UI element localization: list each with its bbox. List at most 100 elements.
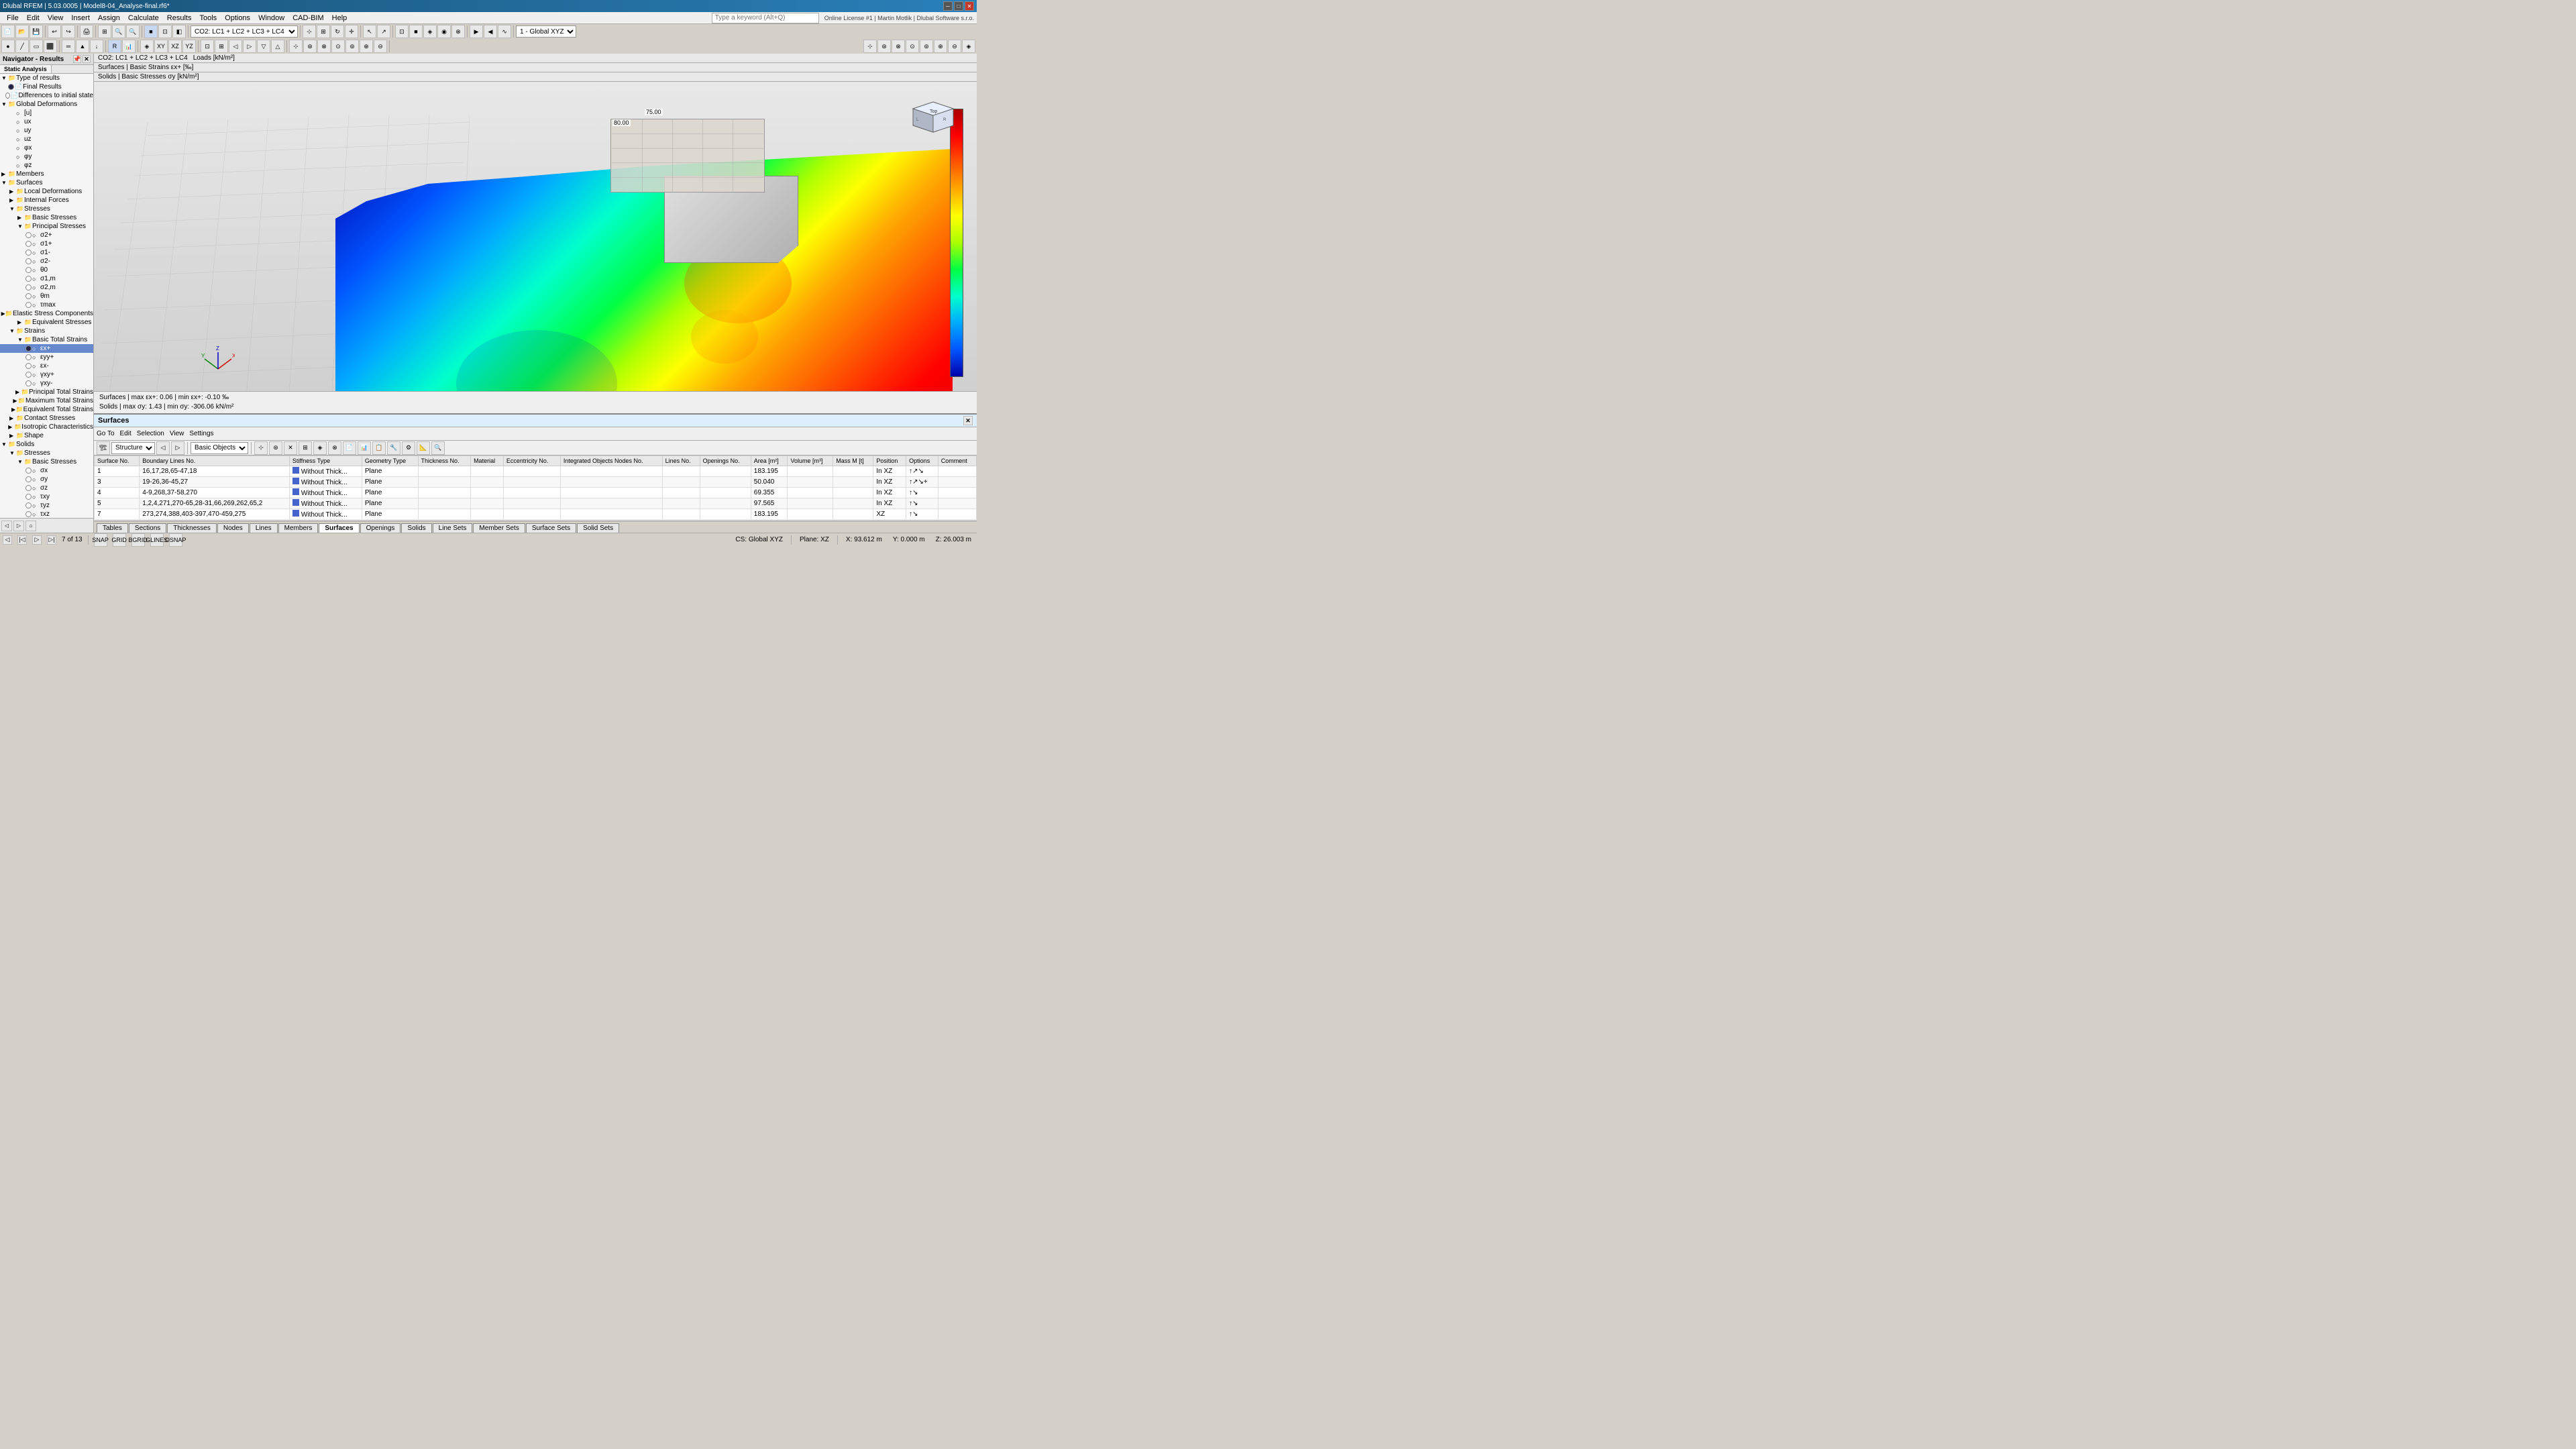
redo-btn[interactable]: ↪ — [62, 25, 75, 38]
status-btn-osnap[interactable]: OSNAP — [169, 533, 182, 547]
bottom-tab-openings[interactable]: Openings — [360, 523, 401, 533]
tree-solid-tyz[interactable]: ○ τyz — [0, 501, 93, 510]
tree-taumax[interactable]: ○ τmax — [0, 301, 93, 309]
tb-tbl11[interactable]: ⚙ — [402, 441, 415, 455]
tb2[interactable]: ■ — [409, 25, 423, 38]
tree-stresses-surf[interactable]: ▼ 📁 Stresses — [0, 205, 93, 213]
tree-members[interactable]: ▶ 📁 Members — [0, 170, 93, 178]
table-menu-view[interactable]: View — [170, 430, 184, 437]
tree-shape[interactable]: ▶ 📁 Shape — [0, 431, 93, 440]
menu-cad-bim[interactable]: CAD-BIM — [288, 13, 327, 23]
tree-global-def[interactable]: ▼ 📁 Global Deformations — [0, 100, 93, 109]
save-btn[interactable]: 💾 — [30, 25, 43, 38]
tree-epsilonyy[interactable]: ○ εyy+ — [0, 353, 93, 362]
tree-isotropic[interactable]: ▶ 📁 Isotropic Characteristics — [0, 423, 93, 431]
tree-solids[interactable]: ▼ 📁 Solids — [0, 440, 93, 449]
tree-phiy[interactable]: ○ φy — [0, 152, 93, 161]
tree-phix[interactable]: ○ φx — [0, 144, 93, 152]
tb6[interactable]: ▶ — [470, 25, 483, 38]
top-btn[interactable]: ▽ — [257, 40, 270, 53]
status-first[interactable]: |◁ — [17, 535, 27, 545]
bottom-tab-surface-sets[interactable]: Surface Sets — [526, 523, 576, 533]
tree-sigma2p[interactable]: ○ σ2+ — [0, 231, 93, 239]
status-btn-glines[interactable]: GLINES — [150, 533, 164, 547]
tb5[interactable]: ⊗ — [451, 25, 465, 38]
3d-viewport[interactable]: 75.00 80.00 — [94, 82, 977, 391]
tb-rr5[interactable]: ⊚ — [920, 40, 933, 53]
bottom-tab-nodes[interactable]: Nodes — [217, 523, 249, 533]
tree-sigma2m[interactable]: ○ σ2- — [0, 257, 93, 266]
menu-help[interactable]: Help — [328, 13, 352, 23]
tree-uy[interactable]: ○ uy — [0, 126, 93, 135]
keyword-search[interactable] — [712, 13, 819, 23]
undo-btn[interactable]: ↩ — [48, 25, 61, 38]
tree-epsilonx[interactable]: ○ εx+ — [0, 344, 93, 353]
result-btn[interactable]: R — [108, 40, 121, 53]
member-btn[interactable]: ═ — [62, 40, 75, 53]
menu-insert[interactable]: Insert — [67, 13, 94, 23]
tree-equiv-strains[interactable]: ▶ 📁 Equivalent Total Strains — [0, 405, 93, 414]
nav-tab-static[interactable]: Static Analysis — [0, 65, 52, 73]
bottom-tab-thicknesses[interactable]: Thicknesses — [167, 523, 217, 533]
tb3[interactable]: ◈ — [423, 25, 437, 38]
grid-btn[interactable]: ⊞ — [317, 25, 330, 38]
tb-rr3[interactable]: ⊗ — [892, 40, 905, 53]
coord-sys-select[interactable]: 1 - Global XYZ — [516, 25, 576, 38]
viewxz-btn[interactable]: XZ — [168, 40, 182, 53]
tb8[interactable]: ∿ — [498, 25, 511, 38]
tb-rr7[interactable]: ⊖ — [948, 40, 961, 53]
tb-rr6[interactable]: ⊕ — [934, 40, 947, 53]
render-btn[interactable]: ■ — [144, 25, 158, 38]
snap-btn[interactable]: ⊹ — [303, 25, 316, 38]
rotate-btn[interactable]: ↻ — [331, 25, 344, 38]
nav-home[interactable]: ⌂ — [25, 521, 36, 531]
table-row[interactable]: 4 4-9,268,37-58,270 Without Thick... Pla… — [95, 488, 977, 498]
menu-calculate[interactable]: Calculate — [124, 13, 163, 23]
tree-local-def[interactable]: ▶ 📁 Local Deformations — [0, 187, 93, 196]
table-structure-select[interactable]: Structure — [111, 442, 155, 454]
tree-u[interactable]: ○ [u] — [0, 109, 93, 117]
table-menu-selection[interactable]: Selection — [137, 430, 164, 437]
minimize-button[interactable]: ─ — [943, 1, 953, 11]
table-menu-goto[interactable]: Go To — [97, 430, 115, 437]
tb-r3[interactable]: ⊗ — [317, 40, 331, 53]
tree-max-strains[interactable]: ▶ 📁 Maximum Total Strains — [0, 396, 93, 405]
table-menu-edit[interactable]: Edit — [120, 430, 131, 437]
bottom-tab-line-sets[interactable]: Line Sets — [433, 523, 473, 533]
tree-sigma1m2[interactable]: ○ σ1,m — [0, 274, 93, 283]
viewxy-btn[interactable]: XY — [154, 40, 168, 53]
back-btn[interactable]: ⊞ — [215, 40, 228, 53]
zoom-out[interactable]: 🔍 — [126, 25, 140, 38]
tb7[interactable]: ◀ — [484, 25, 497, 38]
menu-view[interactable]: View — [44, 13, 68, 23]
tb-tbl7[interactable]: 📄 — [343, 441, 356, 455]
bottom-tab-sections[interactable]: Sections — [129, 523, 166, 533]
tree-solid-sx[interactable]: ○ σx — [0, 466, 93, 475]
menu-tools[interactable]: Tools — [195, 13, 221, 23]
tb-tbl6[interactable]: ⊗ — [328, 441, 341, 455]
tb-rr8[interactable]: ◈ — [962, 40, 975, 53]
table-struct-btn[interactable]: 🏗 — [97, 441, 110, 455]
tree-elastic-stress[interactable]: ▶ 📁 Elastic Stress Components — [0, 309, 93, 318]
left-btn[interactable]: ◁ — [229, 40, 242, 53]
surface-btn[interactable]: ▭ — [30, 40, 43, 53]
tree-basic-total-strains[interactable]: ▼ 📁 Basic Total Strains — [0, 335, 93, 344]
tb-tbl3[interactable]: ✕ — [284, 441, 297, 455]
tb-tbl9[interactable]: 📋 — [372, 441, 386, 455]
tb-rr4[interactable]: ⊙ — [906, 40, 919, 53]
tb-tbl4[interactable]: ⊞ — [299, 441, 312, 455]
menu-window[interactable]: Window — [254, 13, 288, 23]
wire-btn[interactable]: ⊡ — [158, 25, 172, 38]
zoom-all[interactable]: ⊞ — [98, 25, 111, 38]
tree-strains[interactable]: ▼ 📁 Strains — [0, 327, 93, 335]
tb-tbl2[interactable]: ⊛ — [269, 441, 282, 455]
bottom-btn[interactable]: △ — [271, 40, 284, 53]
table-basic-objects-select[interactable]: Basic Objects — [191, 442, 248, 454]
tree-uz[interactable]: ○ uz — [0, 135, 93, 144]
select-btn[interactable]: ↖ — [363, 25, 376, 38]
close-button[interactable]: ✕ — [965, 1, 974, 11]
bottom-tab-surfaces[interactable]: Surfaces — [319, 523, 359, 533]
status-btn-grid[interactable]: GRID — [113, 533, 126, 547]
nav-prev[interactable]: ◁ — [1, 521, 12, 531]
view3d-btn[interactable]: ◈ — [140, 40, 154, 53]
